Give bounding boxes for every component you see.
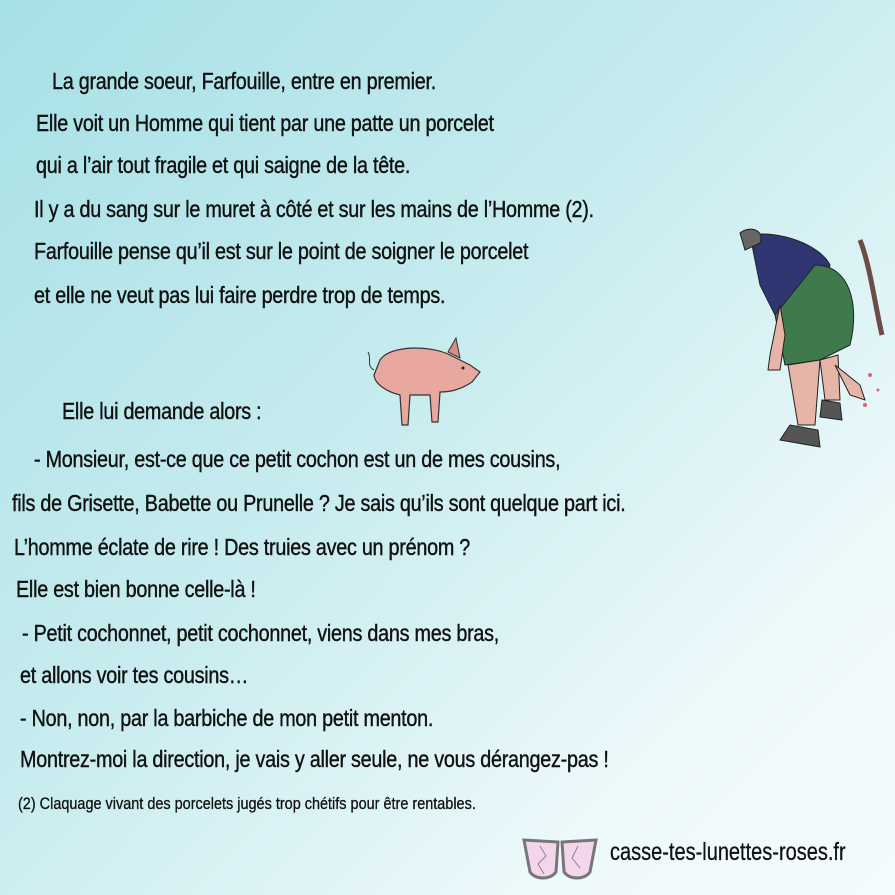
story-line: et allons voir tes cousins… [20,662,249,688]
pig-illustration [367,336,481,426]
story-line: Elle voit un Homme qui tient par une pat… [36,110,494,136]
site-link[interactable]: casse-tes-lunettes-roses.fr [610,838,846,867]
story-line: - Monsieur, est-ce que ce petit cochon e… [34,446,561,472]
story-line: Farfouille pense qu’il est sur le point … [34,238,529,264]
story-line: Il y a du sang sur le muret à côté et su… [34,196,594,222]
footnote: (2) Claquage vivant des porcelets jugés … [18,794,476,813]
story-line: Elle lui demande alors : [62,398,262,424]
story-line: - Petit cochonnet, petit cochonnet, vien… [22,620,500,646]
man-illustration [739,228,885,448]
story-line: Montrez-moi la direction, je vais y alle… [20,746,609,772]
story-line: Elle est bien bonne celle-là ! [16,576,256,602]
story-line: L’homme éclate de rire ! Des truies avec… [14,534,471,560]
story-line: et elle ne veut pas lui faire perdre tro… [34,282,446,308]
story-line: fils de Grisette, Babette ou Prunelle ? … [12,490,626,516]
story-line: La grande soeur, Farfouille, entre en pr… [52,68,437,94]
broken-glasses-logo [522,838,598,880]
story-line: qui a l’air tout fragile et qui saigne d… [36,152,411,178]
story-line: - Non, non, par la barbiche de mon petit… [20,705,434,731]
